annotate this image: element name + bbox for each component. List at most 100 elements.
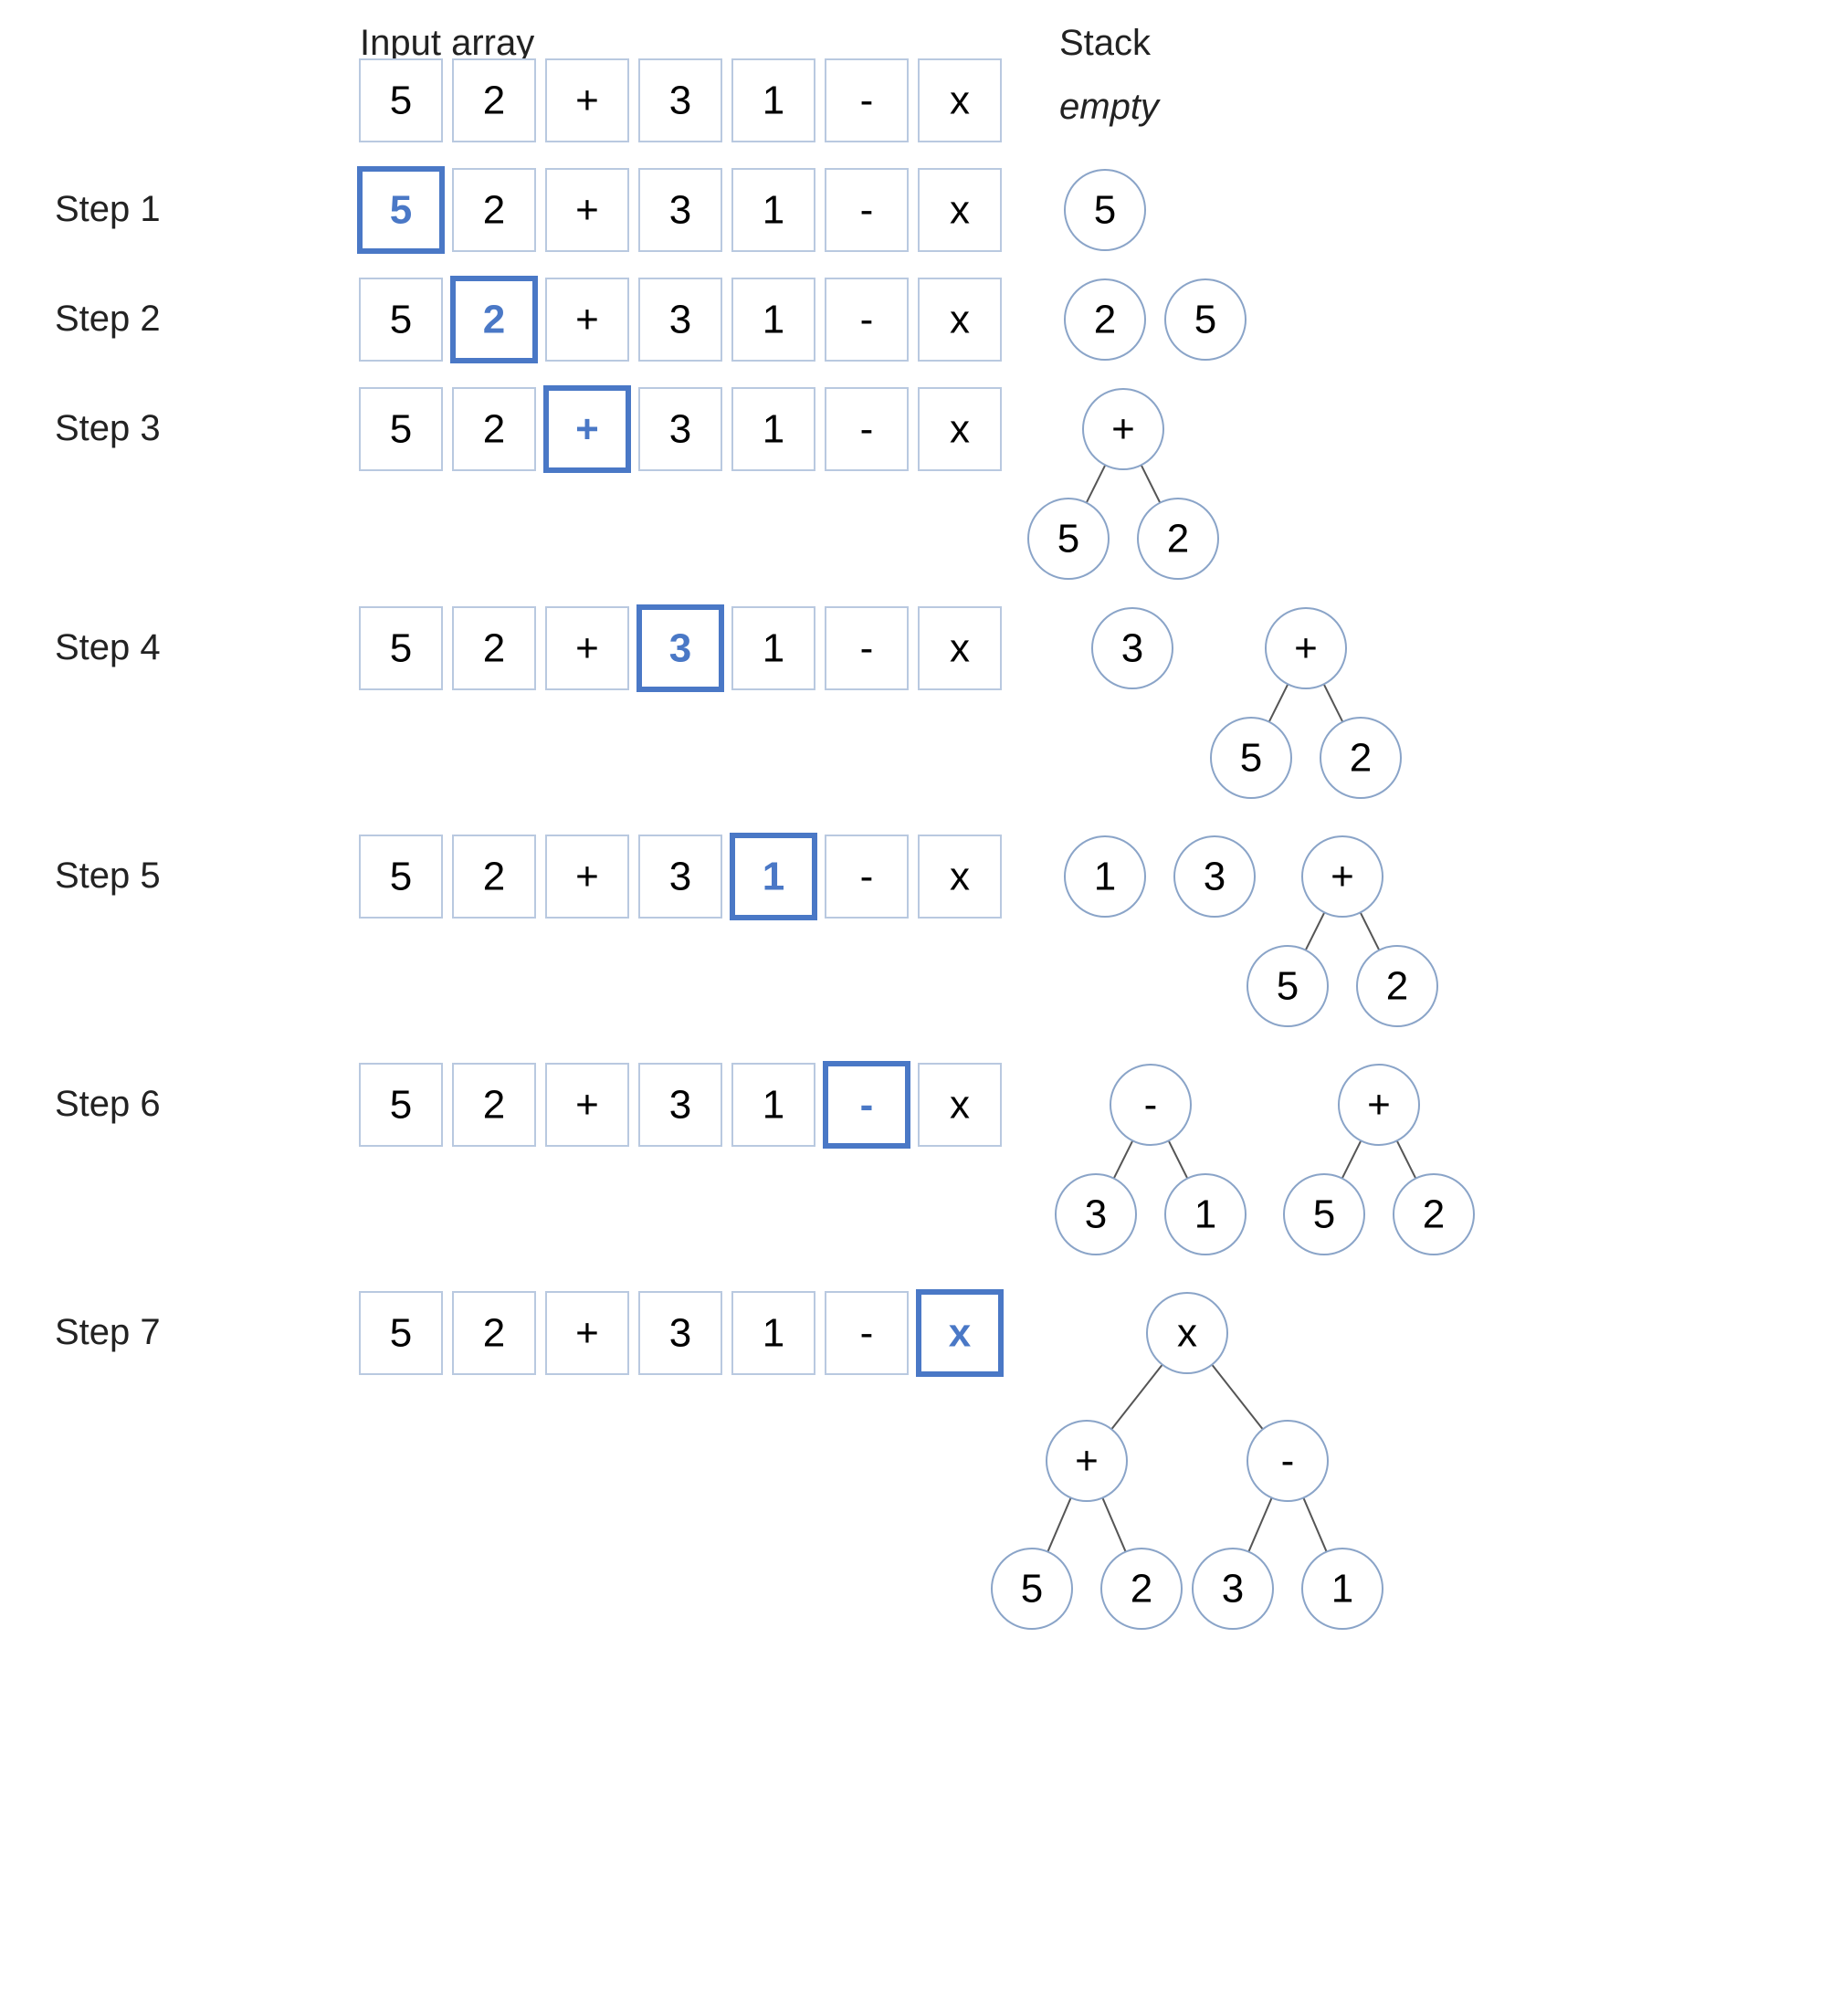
tree-edge (1342, 1140, 1362, 1178)
tree-edge (1169, 1140, 1188, 1178)
tree-node-value: 2 (1131, 1567, 1152, 1612)
array-cell-value: 5 (390, 79, 412, 123)
tree-edge (1114, 1140, 1133, 1178)
tree-edge (1087, 465, 1106, 502)
array-cell-value: 2 (483, 298, 505, 342)
array-cell-value: 1 (763, 298, 784, 342)
tree-node-value: 5 (1194, 298, 1216, 342)
array-cell-value: x (950, 626, 970, 671)
step-label: Step 1 (55, 189, 161, 229)
array-cell-value: x (950, 1083, 970, 1128)
array-cell-value: x (949, 1311, 972, 1356)
tree-node-value: - (1281, 1439, 1295, 1484)
array-cell-value: 1 (763, 1083, 784, 1128)
array-cell-value: 3 (669, 407, 691, 452)
step-label: Step 5 (55, 856, 161, 896)
tree-node-value: 5 (1021, 1567, 1043, 1612)
tree-node-value: 1 (1194, 1192, 1216, 1237)
array-cell-value: - (860, 855, 874, 899)
tree-node-value: + (1294, 626, 1318, 671)
tree-node-value: 1 (1331, 1567, 1353, 1612)
array-cell-value: 2 (483, 626, 505, 671)
array-cell-value: 2 (483, 855, 505, 899)
array-cell-value: + (575, 1083, 599, 1128)
array-cell-value: 5 (390, 407, 412, 452)
array-cell-value: - (860, 1083, 874, 1128)
array-cell-value: 2 (483, 1311, 505, 1356)
tree-node-value: 5 (1057, 517, 1079, 562)
tree-node-value: 3 (1204, 855, 1226, 899)
tree-edge (1047, 1497, 1070, 1551)
array-cell-value: 1 (763, 407, 784, 452)
stack-empty-label: empty (1059, 87, 1162, 127)
tree-node-value: + (1367, 1083, 1391, 1128)
array-cell-value: 5 (390, 298, 412, 342)
array-cell-value: + (575, 298, 599, 342)
tree-node-value: 1 (1094, 855, 1116, 899)
array-cell-value: 2 (483, 1083, 505, 1128)
array-cell-value: 1 (763, 188, 784, 233)
array-cell-value: 5 (390, 1311, 412, 1356)
tree-node-value: x (1177, 1311, 1197, 1356)
tree-node-value: 3 (1222, 1567, 1244, 1612)
tree-node-value: 3 (1121, 626, 1143, 671)
array-cell-value: - (860, 407, 874, 452)
tree-edge (1361, 912, 1380, 950)
diagram-canvas: Input array Stack empty 5 2 +3 1 - x Step 1 5 2 +3 1 -… (0, 0, 1841, 2016)
array-cell-value: 5 (390, 855, 412, 899)
array-cell-value: x (950, 407, 970, 452)
step-label: Step 3 (55, 408, 161, 448)
array-cell-value: 3 (669, 79, 691, 123)
array-cell-value: 1 (763, 855, 784, 899)
array-cell-value: 1 (763, 79, 784, 123)
array-cell-value: 1 (763, 1311, 784, 1356)
tree-edge (1111, 1365, 1162, 1430)
array-cell-value: - (860, 188, 874, 233)
tree-node-value: 5 (1277, 964, 1299, 1009)
array-cell-value: + (575, 855, 599, 899)
step-label: Step 2 (55, 299, 161, 339)
tree-edge (1248, 1497, 1271, 1551)
tree-edge (1269, 684, 1289, 721)
tree-node-value: 2 (1386, 964, 1408, 1009)
tree-node-value: 2 (1167, 517, 1189, 562)
array-cell-value: 5 (390, 626, 412, 671)
tree-edge (1212, 1365, 1263, 1430)
array-cell-value: 3 (669, 188, 691, 233)
tree-node-value: 2 (1423, 1192, 1445, 1237)
tree-edge (1303, 1497, 1326, 1551)
array-cell-value: 3 (669, 855, 691, 899)
array-cell-value: 1 (763, 626, 784, 671)
tree-node-value: + (1075, 1439, 1099, 1484)
array-cell-value: 3 (669, 298, 691, 342)
array-cell-value: - (860, 298, 874, 342)
tree-node-value: 5 (1240, 736, 1262, 781)
array-cell-value: x (950, 188, 970, 233)
array-cell-value: + (575, 1311, 599, 1356)
tree-node-value: - (1144, 1083, 1158, 1128)
array-cell-value: + (575, 626, 599, 671)
step-label: Step 4 (55, 627, 161, 667)
tree-node-value: + (1331, 855, 1354, 899)
header-input: Input array (360, 23, 534, 63)
tree-edge (1102, 1497, 1125, 1551)
tree-node-value: 5 (1094, 188, 1116, 233)
array-cell-value: 2 (483, 407, 505, 452)
tree-node-value: 5 (1313, 1192, 1335, 1237)
array-cell-value: - (860, 626, 874, 671)
header-stack: Stack (1059, 23, 1152, 63)
array-cell-value: 3 (669, 1083, 691, 1128)
array-cell-value: 3 (669, 1311, 691, 1356)
array-cell-value: x (950, 79, 970, 123)
array-cell-value: x (950, 298, 970, 342)
array-cell-value: 2 (483, 188, 505, 233)
array-cell-value: 3 (669, 626, 691, 671)
tree-node-value: 3 (1085, 1192, 1107, 1237)
tree-edge (1324, 684, 1343, 721)
array-cell-value: + (575, 79, 599, 123)
tree-node-value: + (1111, 407, 1135, 452)
array-cell-value: - (860, 79, 874, 123)
array-cell-value: 5 (390, 188, 412, 233)
tree-node-value: 2 (1350, 736, 1372, 781)
array-cell-value: 2 (483, 79, 505, 123)
